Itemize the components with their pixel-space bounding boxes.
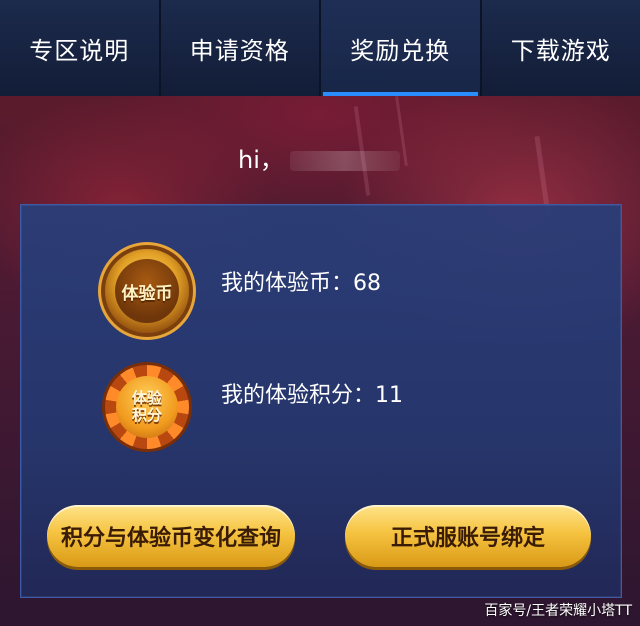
badge-line: 积分	[131, 406, 162, 424]
tab-zone-description[interactable]: 专区说明	[0, 0, 161, 96]
experience-points-icon: 体验 积分	[105, 365, 189, 449]
tab-application-eligibility[interactable]: 申请资格	[160, 0, 321, 96]
tab-reward-exchange[interactable]: 奖励兑换	[321, 0, 482, 96]
experience-points-balance: 我的体验积分：11	[221, 383, 403, 408]
watermark: 百家号/王者荣耀小塔TT	[484, 603, 632, 619]
tab-bar: 专区说明 申请资格 奖励兑换 下载游戏	[0, 0, 640, 96]
experience-coin-icon: 体验币	[105, 249, 189, 333]
points-coin-history-button[interactable]: 积分与体验币变化查询	[47, 505, 295, 567]
tab-label: 专区说明	[29, 36, 130, 65]
tab-label: 下载游戏	[510, 36, 611, 65]
badge-line: 体验	[131, 389, 162, 407]
rewards-panel: 体验币 我的体验币：68 体验 积分 我的体验积分：11 积分与体验币变化查询 …	[20, 204, 622, 598]
greeting: hi，	[238, 140, 400, 175]
experience-points-badge: 体验 积分	[116, 376, 178, 438]
experience-coin-balance: 我的体验币：68	[221, 271, 381, 296]
tab-download-game[interactable]: 下载游戏	[481, 0, 640, 96]
tab-label: 申请资格	[189, 36, 290, 65]
bind-official-account-button[interactable]: 正式服账号绑定	[345, 505, 591, 567]
greeting-text: hi，	[238, 146, 284, 174]
experience-coin-badge: 体验币	[115, 259, 179, 323]
tab-label: 奖励兑换	[350, 36, 451, 65]
redacted-username	[289, 151, 400, 171]
active-tab-indicator	[323, 92, 478, 96]
